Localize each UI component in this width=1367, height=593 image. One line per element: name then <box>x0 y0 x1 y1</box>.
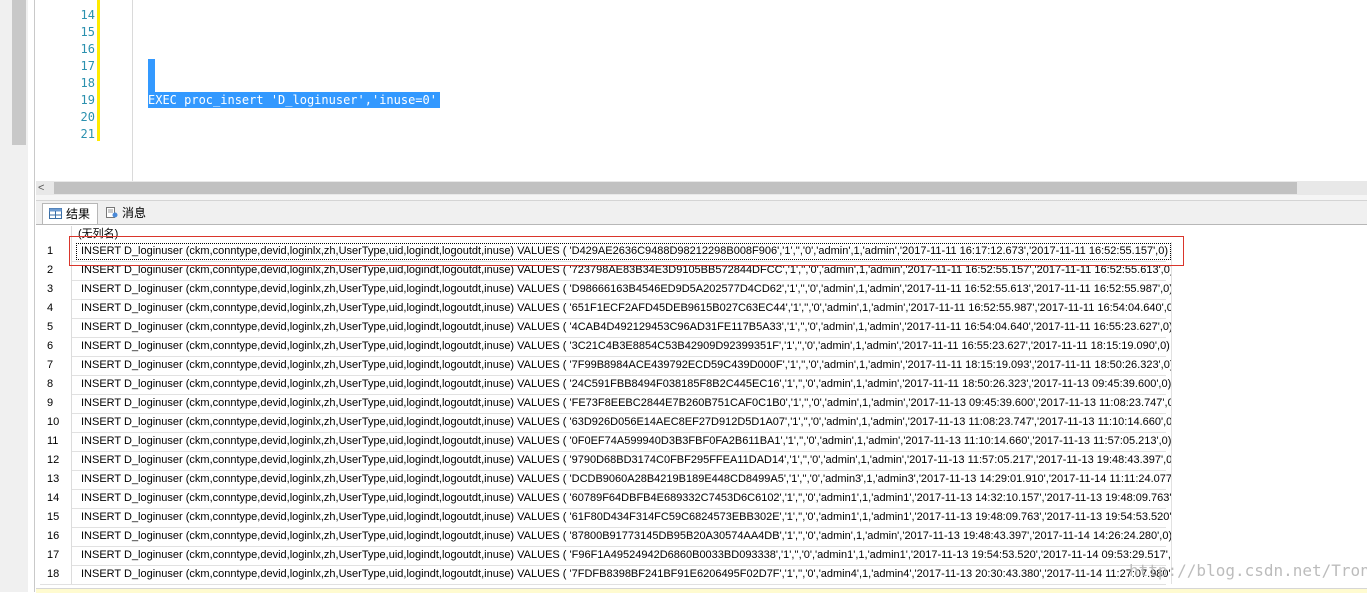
status-strip <box>36 588 1367 593</box>
grid-cell[interactable]: INSERT D_loginuser (ckm,conntype,devid,l… <box>75 527 1172 546</box>
table-row[interactable]: 10 INSERT D_loginuser (ckm,conntype,devid… <box>40 413 1172 433</box>
line-number: 18 <box>80 76 95 90</box>
row-number[interactable]: 6 <box>40 337 72 356</box>
row-number[interactable]: 5 <box>40 318 72 337</box>
grid-cell[interactable]: INSERT D_loginuser (ckm,conntype,devid,l… <box>75 565 1172 584</box>
row-number[interactable]: 13 <box>40 470 72 489</box>
table-row[interactable]: 3 INSERT D_loginuser (ckm,conntype,devid,… <box>40 280 1172 300</box>
row-number[interactable]: 16 <box>40 527 72 546</box>
row-number[interactable]: 1 <box>40 242 72 261</box>
outer-vertical-scrollbar[interactable] <box>0 0 28 592</box>
row-number[interactable]: 4 <box>40 299 72 318</box>
scrollbar-thumb[interactable] <box>54 182 1297 194</box>
grid-cell[interactable]: INSERT D_loginuser (ckm,conntype,devid,l… <box>75 413 1172 432</box>
grid-cell[interactable]: INSERT D_loginuser (ckm,conntype,devid,l… <box>75 356 1172 375</box>
row-number[interactable]: 18 <box>40 565 72 584</box>
grid-cell[interactable]: INSERT D_loginuser (ckm,conntype,devid,l… <box>75 375 1172 394</box>
row-number[interactable]: 8 <box>40 375 72 394</box>
tab-results[interactable]: 结果 <box>42 203 98 224</box>
line-number: 15 <box>80 25 95 39</box>
horizontal-scrollbar[interactable]: < <box>36 181 1367 195</box>
row-number[interactable]: 3 <box>40 280 72 299</box>
table-row[interactable]: 18 INSERT D_loginuser (ckm,conntype,devid… <box>40 565 1172 585</box>
tab-results-label: 结果 <box>66 207 91 221</box>
grid-cell[interactable]: INSERT D_loginuser (ckm,conntype,devid,l… <box>75 432 1172 451</box>
grid-cell[interactable]: INSERT D_loginuser (ckm,conntype,devid,l… <box>75 489 1172 508</box>
grid-cell[interactable]: INSERT D_loginuser (ckm,conntype,devid,l… <box>75 394 1172 413</box>
grid-cell[interactable]: INSERT D_loginuser (ckm,conntype,devid,l… <box>75 451 1172 470</box>
grid-cell[interactable]: INSERT D_loginuser (ckm,conntype,devid,l… <box>75 546 1172 565</box>
tab-messages[interactable]: 消息 <box>99 203 159 223</box>
grid-cell[interactable]: INSERT D_loginuser (ckm,conntype,devid,l… <box>75 508 1172 527</box>
grid-cell[interactable]: INSERT D_loginuser (ckm,conntype,devid,l… <box>75 299 1172 318</box>
line-number: 19 <box>80 93 95 107</box>
sql-editor[interactable]: 14 15 16 17 18 19 20 21 EXEC proc_insert… <box>36 0 1367 181</box>
message-icon <box>106 207 118 218</box>
table-row[interactable]: 7 INSERT D_loginuser (ckm,conntype,devid,… <box>40 356 1172 376</box>
table-row[interactable]: 4 INSERT D_loginuser (ckm,conntype,devid,… <box>40 299 1172 319</box>
scrollbar-thumb[interactable] <box>12 0 26 145</box>
row-number[interactable]: 14 <box>40 489 72 508</box>
row-number-header[interactable] <box>40 226 72 242</box>
row-number[interactable]: 2 <box>40 261 72 280</box>
grid-cell[interactable]: INSERT D_loginuser (ckm,conntype,devid,l… <box>75 318 1172 337</box>
row-number[interactable]: 7 <box>40 356 72 375</box>
table-row[interactable]: 12 INSERT D_loginuser (ckm,conntype,devid… <box>40 451 1172 471</box>
line-number-gutter: 14 15 16 17 18 19 20 21 <box>36 0 96 181</box>
row-number[interactable]: 9 <box>40 394 72 413</box>
selected-code-line[interactable]: EXEC proc_insert 'D_loginuser','inuse=0' <box>148 92 440 108</box>
row-number[interactable]: 11 <box>40 432 72 451</box>
row-number[interactable]: 12 <box>40 451 72 470</box>
table-row[interactable]: 13 INSERT D_loginuser (ckm,conntype,devid… <box>40 470 1172 490</box>
table-row[interactable]: 8 INSERT D_loginuser (ckm,conntype,devid,… <box>40 375 1172 395</box>
watermark: http://blog.csdn.net/Tron_s <box>1129 561 1367 580</box>
table-row[interactable]: 5 INSERT D_loginuser (ckm,conntype,devid,… <box>40 318 1172 338</box>
table-row[interactable]: 14 INSERT D_loginuser (ckm,conntype,devid… <box>40 489 1172 509</box>
table-row[interactable]: 15 INSERT D_loginuser (ckm,conntype,devid… <box>40 508 1172 528</box>
grid-cell[interactable]: INSERT D_loginuser (ckm,conntype,devid,l… <box>75 280 1172 299</box>
line-number: 21 <box>80 127 95 141</box>
selection-block <box>148 59 155 92</box>
line-number: 20 <box>80 110 95 124</box>
results-tabs: 结果 消息 <box>36 201 1367 225</box>
scroll-left-arrow[interactable]: < <box>38 181 44 195</box>
table-row[interactable]: 9 INSERT D_loginuser (ckm,conntype,devid,… <box>40 394 1172 414</box>
tab-messages-label: 消息 <box>122 206 147 220</box>
change-indicator-bar <box>97 0 100 141</box>
line-number: 17 <box>80 59 95 73</box>
table-row[interactable]: 6 INSERT D_loginuser (ckm,conntype,devid,… <box>40 337 1172 357</box>
row-number[interactable]: 15 <box>40 508 72 527</box>
results-grid[interactable]: (无列名) 1 INSERT D_loginuser (ckm,conntype,… <box>40 226 1367 592</box>
line-number: 16 <box>80 42 95 56</box>
row-number[interactable]: 10 <box>40 413 72 432</box>
grid-cell[interactable]: INSERT D_loginuser (ckm,conntype,devid,l… <box>75 337 1172 356</box>
divider <box>34 0 35 592</box>
grid-icon <box>49 208 62 219</box>
row-number[interactable]: 17 <box>40 546 72 565</box>
table-row[interactable]: 16 INSERT D_loginuser (ckm,conntype,devid… <box>40 527 1172 547</box>
grid-cell[interactable]: INSERT D_loginuser (ckm,conntype,devid,l… <box>75 470 1172 489</box>
outline-margin <box>132 0 133 181</box>
line-number: 14 <box>80 8 95 22</box>
table-row[interactable]: 11 INSERT D_loginuser (ckm,conntype,devid… <box>40 432 1172 452</box>
highlight-box <box>69 236 1184 266</box>
table-row[interactable]: 17 INSERT D_loginuser (ckm,conntype,devid… <box>40 546 1172 566</box>
